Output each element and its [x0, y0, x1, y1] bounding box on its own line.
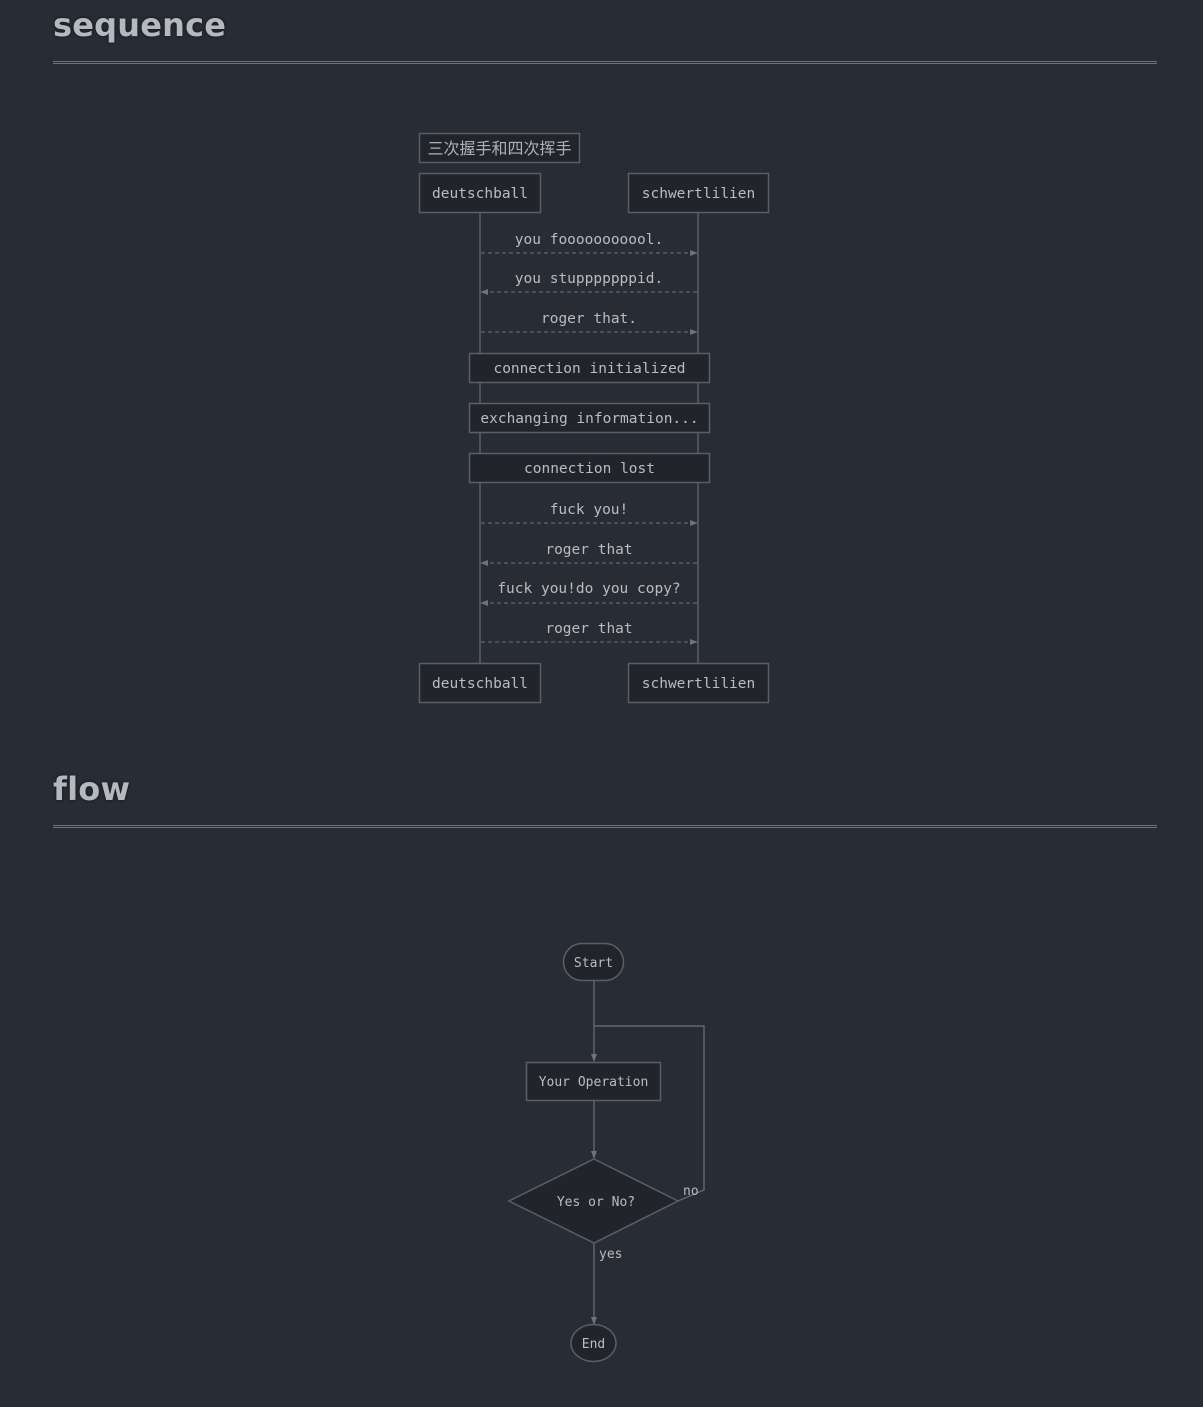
flow-node-label: Start — [574, 956, 613, 971]
participant-schwertlilien-top: schwertlilien — [627, 172, 770, 214]
flow-node-condition: Yes or No? — [507, 1158, 680, 1244]
message-label: fuck you!do you copy? — [497, 581, 680, 597]
edge-label-no: no — [683, 1184, 699, 1199]
message-label: roger that. — [541, 311, 637, 327]
flow-node-label: End — [582, 1337, 605, 1352]
message-label: roger that — [545, 542, 632, 558]
note: connection initialized — [468, 352, 711, 384]
note-label: connection initialized — [493, 361, 685, 377]
note-label: connection lost — [524, 461, 655, 477]
participant-label: schwertlilien — [642, 676, 756, 692]
flow-node-end: End — [570, 1323, 617, 1363]
sequence-title-text: 三次握手和四次挥手 — [427, 139, 571, 158]
message: you fooooooooool. — [481, 232, 698, 256]
flow-node-label: Your Operation — [539, 1075, 649, 1090]
note: connection lost — [468, 452, 711, 484]
message: fuck you! — [481, 502, 698, 526]
message: fuck you!do you copy? — [480, 581, 697, 606]
sequence-title: 三次握手和四次挥手 — [418, 132, 581, 164]
sequence-diagram: 三次握手和四次挥手 deutschball schwertlilien you … — [418, 132, 770, 704]
participant-label: deutschball — [432, 186, 528, 202]
participant-deutschball-top: deutschball — [418, 172, 542, 214]
participant-deutschball-bottom: deutschball — [418, 662, 542, 704]
diagrams-canvas: 三次握手和四次挥手 deutschball schwertlilien you … — [418, 132, 770, 1363]
participant-label: deutschball — [432, 676, 528, 692]
message: you stupppppppid. — [480, 271, 697, 295]
message-label: you stupppppppid. — [515, 271, 663, 287]
note-label: exchanging information... — [480, 411, 698, 427]
message: roger that. — [481, 311, 698, 335]
participant-schwertlilien-bottom: schwertlilien — [627, 662, 770, 704]
message-label: roger that — [545, 621, 632, 637]
flow-node-operation: Your Operation — [525, 1061, 662, 1102]
message: roger that — [481, 621, 698, 645]
edge-label-yes: yes — [599, 1247, 622, 1262]
message: roger that — [480, 542, 697, 566]
flowchart: Start Your Operation Yes or No? yes no E… — [507, 942, 705, 1363]
message-label: fuck you! — [550, 502, 629, 518]
message-label: you fooooooooool. — [515, 232, 663, 248]
participant-label: schwertlilien — [642, 186, 756, 202]
flow-node-label: Yes or No? — [557, 1195, 635, 1210]
note: exchanging information... — [468, 402, 711, 434]
flow-node-start: Start — [562, 942, 625, 982]
